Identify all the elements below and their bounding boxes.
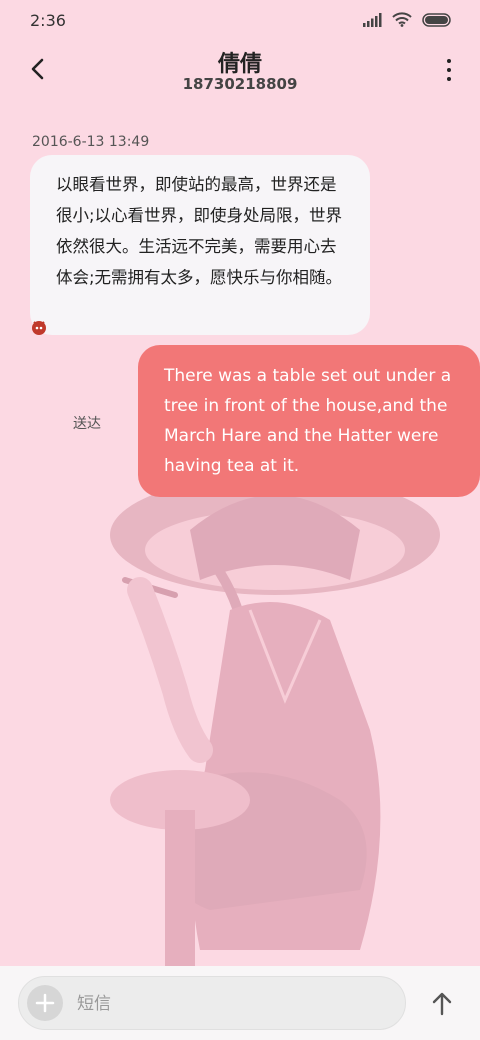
contact-name: 倩倩 [217, 52, 262, 77]
wallpaper-illustration [110, 475, 440, 970]
outgoing-message-bubble[interactable]: There was a table set out under a tree i… [138, 345, 480, 497]
outgoing-message-text: There was a table set out under a tree i… [164, 366, 452, 476]
signal-icon [363, 12, 382, 27]
more-icon[interactable] [440, 56, 458, 84]
delivery-status: 送达 [73, 416, 101, 432]
wifi-icon [392, 12, 412, 27]
composer-bar [0, 966, 480, 1040]
battery-icon [422, 12, 451, 27]
incoming-message-bubble[interactable]: 以眼看世界，即使站的最高，世界还是很小;以心看世界，即使身处局限，世界依然很大。… [30, 155, 370, 335]
attach-button[interactable] [27, 985, 63, 1021]
message-timestamp: 2016-6-13 13:49 [32, 134, 150, 150]
status-time: 2:36 [30, 11, 66, 30]
sim-badge-icon [32, 321, 46, 335]
conversation-header: 倩倩 18730218809 [0, 40, 480, 110]
plus-icon [35, 993, 55, 1013]
contact-number: 18730218809 [182, 75, 298, 93]
status-bar: 2:36 [0, 0, 480, 40]
status-icons [362, 12, 452, 27]
send-arrow-icon[interactable] [428, 990, 456, 1018]
incoming-message-text: 以眼看世界，即使站的最高，世界还是很小;以心看世界，即使身处局限，世界依然很大。… [56, 175, 343, 287]
message-input-container [18, 976, 406, 1030]
message-input[interactable] [75, 986, 379, 1022]
